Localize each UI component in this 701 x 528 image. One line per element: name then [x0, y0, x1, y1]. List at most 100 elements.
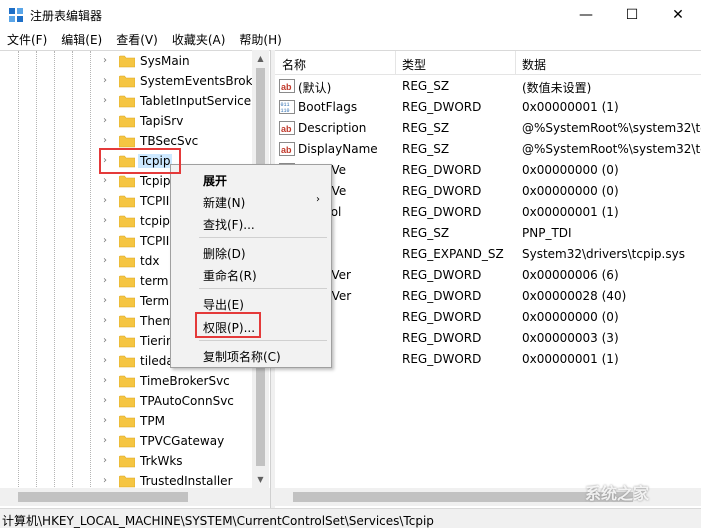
- menu-edit[interactable]: 编辑(E): [54, 30, 109, 50]
- menu-item-copy-key-name[interactable]: 复制项名称(C): [171, 344, 331, 366]
- chevron-right-icon[interactable]: ›: [103, 235, 107, 246]
- tree-item-label: TPAutoConnSvc: [140, 394, 234, 408]
- highlight-tcpip: [99, 148, 181, 174]
- chevron-right-icon[interactable]: ›: [103, 315, 107, 326]
- folder-icon: [118, 175, 136, 188]
- tree-item[interactable]: › TPM: [0, 412, 252, 432]
- chevron-right-icon[interactable]: ›: [103, 415, 107, 426]
- value-data: @%SystemRoot%\system32\tc: [522, 142, 701, 156]
- tree-item[interactable]: › TimeBrokerSvc: [0, 372, 252, 392]
- tree-item[interactable]: › TabletInputService: [0, 92, 252, 112]
- list-hscroll-thumb[interactable]: [293, 492, 633, 502]
- list-item[interactable]: 011110REG_DWORD0x00000003 (3): [275, 328, 701, 349]
- chevron-right-icon[interactable]: ›: [103, 335, 107, 346]
- menu-item-new[interactable]: 新建(N) ›: [171, 190, 331, 212]
- value-data: 0x00000001 (1): [522, 352, 619, 366]
- menu-item-rename[interactable]: 重命名(R): [171, 263, 331, 285]
- list-item[interactable]: 011110MinorVeREG_DWORD0x00000000 (0): [275, 181, 701, 202]
- menu-file[interactable]: 文件(F): [0, 30, 54, 50]
- value-type: REG_DWORD: [402, 163, 482, 177]
- list-item[interactable]: ab DisplayName REG_SZ @%SystemRoot%\system3…: [275, 139, 701, 160]
- list-item[interactable]: 011110MajorVeREG_DWORD0x00000000 (0): [275, 160, 701, 181]
- list-header: 名称 类型 数据: [275, 51, 701, 75]
- menu-item-label: 展开: [203, 174, 228, 188]
- list-item[interactable]: 011110MajorVerREG_DWORD0x00000006 (6): [275, 265, 701, 286]
- chevron-right-icon[interactable]: ›: [103, 55, 107, 66]
- tree-item[interactable]: › TPVCGateway: [0, 432, 252, 452]
- chevron-right-icon[interactable]: ›: [103, 75, 107, 86]
- tree-item-label: TabletInputService: [140, 94, 252, 108]
- chevron-right-icon[interactable]: ›: [103, 355, 107, 366]
- menu-item-delete[interactable]: 删除(D): [171, 241, 331, 263]
- value-name: (默认): [298, 81, 332, 95]
- svg-text:110: 110: [281, 108, 290, 114]
- chevron-right-icon[interactable]: ›: [103, 455, 107, 466]
- column-divider[interactable]: [515, 51, 516, 75]
- folder-icon: [118, 455, 136, 468]
- chevron-right-icon[interactable]: ›: [103, 395, 107, 406]
- minimize-button[interactable]: —: [563, 0, 609, 30]
- value-data: 0x00000000 (0): [522, 310, 619, 324]
- menu-item-export[interactable]: 导出(E): [171, 292, 331, 314]
- list-item[interactable]: abPathREG_EXPAND_SZSystem32\drivers\tcpi…: [275, 244, 701, 265]
- column-header-data[interactable]: 数据: [522, 56, 546, 73]
- chevron-right-icon[interactable]: ›: [103, 215, 107, 226]
- chevron-right-icon[interactable]: ›: [103, 475, 107, 486]
- chevron-right-icon[interactable]: ›: [103, 175, 107, 186]
- svg-text:ab: ab: [281, 145, 292, 155]
- list-item[interactable]: 011110ControlREG_DWORD0x00000001 (1): [275, 202, 701, 223]
- tree-item-label: Them: [140, 314, 175, 328]
- value-data: 0x00000000 (0): [522, 163, 619, 177]
- menu-favorites[interactable]: 收藏夹(A): [165, 30, 233, 50]
- list-item[interactable]: ab Description REG_SZ @%SystemRoot%\system3…: [275, 118, 701, 139]
- maximize-button[interactable]: ☐: [609, 0, 655, 30]
- tree-item-label: TimeBrokerSvc: [140, 374, 230, 388]
- tree-item[interactable]: › TapiSrv: [0, 112, 252, 132]
- folder-icon: [118, 295, 136, 308]
- tree-item-label: Tcpip: [140, 174, 171, 188]
- list-item[interactable]: ab (默认) REG_SZ (数值未设置): [275, 76, 701, 97]
- menu-view[interactable]: 查看(V): [109, 30, 165, 50]
- folder-icon: [118, 135, 136, 148]
- tree-hscroll-thumb[interactable]: [18, 492, 188, 502]
- values-list[interactable]: 名称 类型 数据 ab (默认) REG_SZ (数值未设置) 011 110 BootFl…: [275, 50, 701, 508]
- scroll-down-icon[interactable]: ▼: [252, 471, 269, 488]
- chevron-right-icon[interactable]: ›: [103, 275, 107, 286]
- chevron-right-icon[interactable]: ›: [103, 115, 107, 126]
- column-header-name[interactable]: 名称: [282, 56, 306, 73]
- list-item[interactable]: abREG_SZPNP_TDI: [275, 223, 701, 244]
- folder-icon: [118, 355, 136, 368]
- folder-icon: [118, 115, 136, 128]
- tree-item[interactable]: › SystemEventsBroke: [0, 72, 260, 92]
- chevron-right-icon[interactable]: ›: [103, 135, 107, 146]
- list-item[interactable]: 011110REG_DWORD0x00000000 (0): [275, 307, 701, 328]
- column-divider[interactable]: [395, 51, 396, 75]
- chevron-right-icon[interactable]: ›: [103, 375, 107, 386]
- list-item[interactable]: 011 110 BootFlags REG_DWORD 0x00000001 (1): [275, 97, 701, 118]
- menu-item-expand[interactable]: 展开: [171, 168, 331, 190]
- scroll-up-icon[interactable]: ▲: [252, 50, 269, 67]
- list-item[interactable]: 011110MinorVerREG_DWORD0x00000028 (40): [275, 286, 701, 307]
- tree-horizontal-scrollbar[interactable]: [0, 488, 270, 506]
- chevron-right-icon[interactable]: ›: [103, 435, 107, 446]
- watermark-logo: 系统之家: [585, 484, 650, 503]
- tree-item[interactable]: › SysMain: [0, 52, 252, 72]
- folder-icon: [118, 435, 136, 448]
- value-type: REG_DWORD: [402, 205, 482, 219]
- minimize-icon: —: [579, 7, 593, 23]
- menu-item-find[interactable]: 查找(F)...: [171, 212, 331, 234]
- tree-item[interactable]: › TPAutoConnSvc: [0, 392, 252, 412]
- menu-help[interactable]: 帮助(H): [232, 30, 288, 50]
- tree-item[interactable]: › TrkWks: [0, 452, 252, 472]
- close-button[interactable]: ✕: [655, 0, 701, 30]
- menu-item-label: 新建(N): [203, 196, 246, 210]
- folder-icon: [118, 415, 136, 428]
- chevron-right-icon[interactable]: ›: [103, 195, 107, 206]
- column-header-type[interactable]: 类型: [402, 56, 426, 73]
- chevron-right-icon[interactable]: ›: [103, 295, 107, 306]
- chevron-right-icon[interactable]: ›: [103, 95, 107, 106]
- value-data: (数值未设置): [522, 81, 592, 95]
- list-item[interactable]: 011110REG_DWORD0x00000001 (1): [275, 349, 701, 370]
- chevron-right-icon[interactable]: ›: [103, 255, 107, 266]
- value-type: REG_DWORD: [402, 289, 482, 303]
